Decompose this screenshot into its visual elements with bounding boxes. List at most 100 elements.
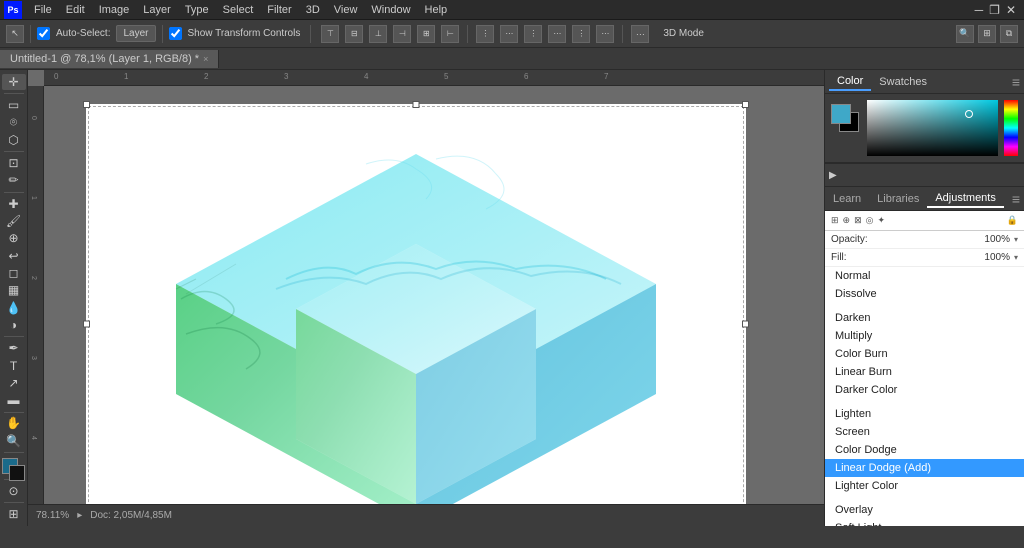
distribute-top-icon[interactable]: ⋮ [476, 25, 494, 43]
blend-darker-color[interactable]: Darker Color [825, 381, 1024, 399]
layer-icon-1[interactable]: ⊞ [831, 215, 839, 226]
distribute-hcenter-icon[interactable]: ⋮ [572, 25, 590, 43]
selection-handle-mr[interactable] [742, 321, 749, 328]
blend-multiply[interactable]: Multiply [825, 327, 1024, 345]
menu-3d[interactable]: 3D [300, 2, 326, 18]
color-tab[interactable]: Color [829, 73, 871, 91]
tab-close-btn[interactable]: × [203, 54, 208, 64]
pen-tool[interactable]: ✒ [2, 340, 26, 356]
align-vcenter-icon[interactable]: ⊟ [345, 25, 363, 43]
menu-select[interactable]: Select [217, 2, 260, 18]
move-tool-icon[interactable]: ↖ [6, 25, 24, 43]
distribute-vcenter-icon[interactable]: ⋯ [500, 25, 518, 43]
libraries-tab[interactable]: Libraries [869, 191, 927, 207]
move-tool[interactable]: ✛ [2, 74, 26, 90]
blend-color-dodge[interactable]: Color Dodge [825, 441, 1024, 459]
eraser-tool[interactable]: ◻ [2, 265, 26, 281]
color-hue-slider[interactable] [1004, 100, 1018, 156]
hand-tool[interactable]: ✋ [2, 415, 26, 431]
screen-mode-tool[interactable]: ⊞ [2, 506, 26, 522]
menu-window[interactable]: Window [365, 2, 416, 18]
menu-help[interactable]: Help [419, 2, 454, 18]
align-top-icon[interactable]: ⊤ [321, 25, 339, 43]
blend-color-burn[interactable]: Color Burn [825, 345, 1024, 363]
menu-edit[interactable]: Edit [60, 2, 91, 18]
marquee-tool[interactable]: ▭ [2, 97, 26, 113]
blend-linear-dodge[interactable]: Linear Dodge (Add) [825, 459, 1024, 477]
auto-select-type-dropdown[interactable]: Layer [116, 25, 155, 42]
eyedropper-tool[interactable]: ✏ [2, 172, 26, 188]
selection-handle-tl[interactable] [83, 101, 90, 108]
blend-screen[interactable]: Screen [825, 423, 1024, 441]
workspace-icon[interactable]: ⊞ [978, 25, 996, 43]
blend-dissolve[interactable]: Dissolve [825, 285, 1024, 303]
selection-handle-tc[interactable] [413, 101, 420, 108]
blend-linear-burn[interactable]: Linear Burn [825, 363, 1024, 381]
menu-file[interactable]: File [28, 2, 58, 18]
canvas-area[interactable]: 0 1 2 3 4 5 6 7 0 1 2 3 4 [28, 70, 824, 526]
color-gradient-picker[interactable] [867, 100, 998, 156]
document-tab[interactable]: Untitled-1 @ 78,1% (Layer 1, RGB/8) * × [0, 50, 219, 68]
menu-type[interactable]: Type [179, 2, 215, 18]
path-select-tool[interactable]: ↗ [2, 375, 26, 391]
blend-overlay[interactable]: Overlay [825, 501, 1024, 519]
blend-soft-light[interactable]: Soft Light [825, 519, 1024, 526]
zoom-tool[interactable]: 🔍 [2, 433, 26, 449]
quick-select-tool[interactable]: ⬡ [2, 132, 26, 148]
blur-tool[interactable]: 💧 [2, 300, 26, 316]
arrange-icon[interactable]: ⧉ [1000, 25, 1018, 43]
blend-normal[interactable]: Normal [825, 267, 1024, 285]
layer-icon-2[interactable]: ⊕ [843, 215, 851, 226]
healing-tool[interactable]: ✚ [2, 195, 26, 211]
swatches-tab[interactable]: Swatches [871, 74, 935, 90]
text-tool[interactable]: T [2, 357, 26, 373]
align-right-icon[interactable]: ⊢ [441, 25, 459, 43]
adjustments-tab[interactable]: Adjustments [927, 190, 1004, 208]
adj-panel-menu[interactable]: ≡ [1012, 191, 1024, 207]
layer-icon-5[interactable]: ✦ [878, 215, 886, 226]
blend-lighten[interactable]: Lighten [825, 405, 1024, 423]
fill-dropdown-icon[interactable]: ▾ [1014, 253, 1018, 262]
auto-select-checkbox[interactable] [37, 27, 50, 40]
play-action-btn[interactable]: ▶ [829, 170, 837, 181]
background-color[interactable] [9, 465, 25, 481]
shape-tool[interactable]: ▬ [2, 392, 26, 408]
dodge-tool[interactable]: ◑ [2, 317, 26, 333]
fg-bg-colors[interactable] [2, 458, 26, 474]
color-panel-menu[interactable]: ≡ [1012, 74, 1020, 90]
layer-settings-icon[interactable]: 🔒 [1007, 215, 1018, 226]
menu-view[interactable]: View [328, 2, 364, 18]
canvas-content[interactable] [44, 86, 824, 526]
selection-handle-ml[interactable] [83, 321, 90, 328]
layer-icon-4[interactable]: ◎ [866, 215, 874, 226]
distribute-left-icon[interactable]: ⋯ [548, 25, 566, 43]
blend-darken[interactable]: Darken [825, 309, 1024, 327]
align-bottom-icon[interactable]: ⊥ [369, 25, 387, 43]
fill-value[interactable]: 100% [984, 252, 1010, 263]
distribute-bottom-icon[interactable]: ⋮ [524, 25, 542, 43]
search-icon[interactable]: 🔍 [956, 25, 974, 43]
brush-tool[interactable]: 🖌 [2, 213, 26, 229]
blend-lighter-color[interactable]: Lighter Color [825, 477, 1024, 495]
quick-mask-tool[interactable]: ⊙ [2, 483, 26, 499]
opacity-value[interactable]: 100% [984, 234, 1010, 245]
gradient-tool[interactable]: ▦ [2, 282, 26, 298]
align-hcenter-icon[interactable]: ⊞ [417, 25, 435, 43]
align-left-icon[interactable]: ⊣ [393, 25, 411, 43]
window-restore[interactable]: ❐ [989, 3, 1000, 17]
selection-handle-tr[interactable] [742, 101, 749, 108]
layer-icon-3[interactable]: ⊠ [854, 215, 862, 226]
opacity-dropdown-icon[interactable]: ▾ [1014, 235, 1018, 244]
history-brush-tool[interactable]: ↩ [2, 247, 26, 263]
color-swatches-stack[interactable] [831, 104, 861, 134]
more-options-icon[interactable]: ··· [631, 25, 649, 43]
lasso-tool[interactable]: ⌾ [2, 114, 26, 130]
window-close[interactable]: ✕ [1006, 3, 1016, 17]
distribute-right-icon[interactable]: ⋯ [596, 25, 614, 43]
menu-layer[interactable]: Layer [137, 2, 177, 18]
menu-filter[interactable]: Filter [261, 2, 297, 18]
stamp-tool[interactable]: ⊕ [2, 230, 26, 246]
color-picker-cursor[interactable] [965, 110, 973, 118]
menu-image[interactable]: Image [93, 2, 136, 18]
fg-color-swatch[interactable] [831, 104, 851, 124]
